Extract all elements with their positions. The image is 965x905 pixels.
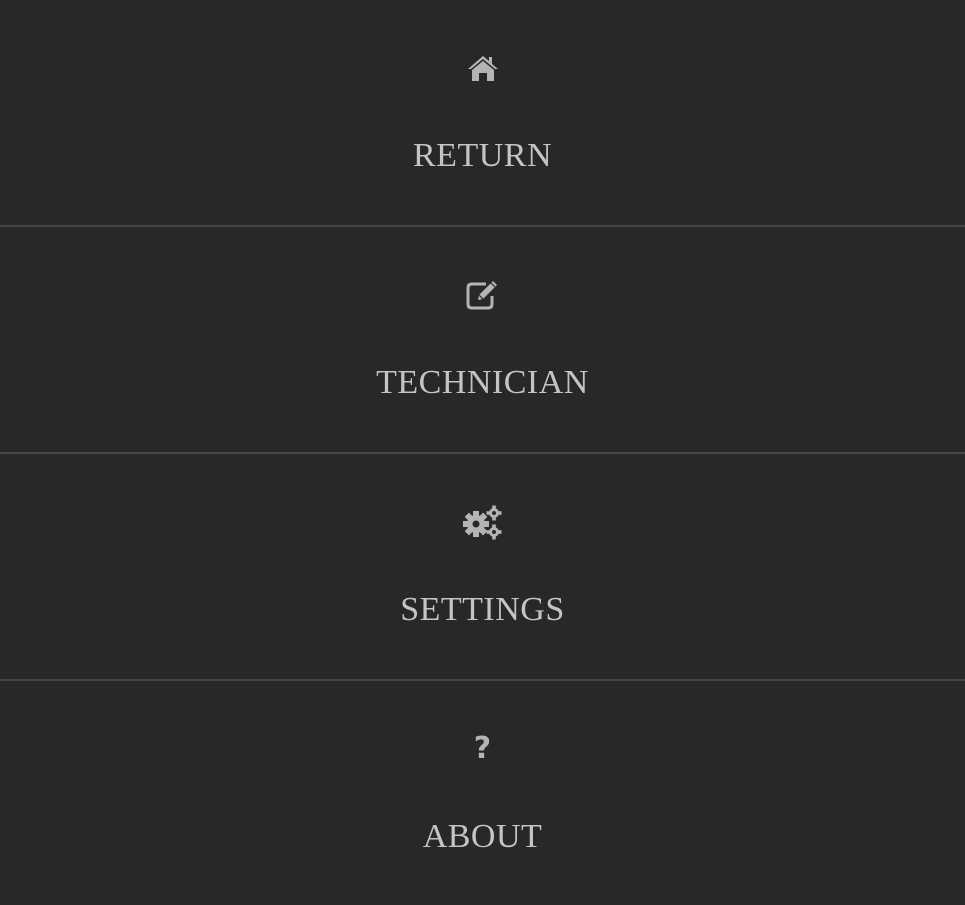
- menu-item-label: ABOUT: [422, 818, 543, 855]
- question-icon: ?: [463, 731, 503, 767]
- menu-item-return[interactable]: RETURN: [0, 0, 965, 227]
- home-icon: [463, 50, 503, 86]
- menu-item-label: RETURN: [413, 137, 552, 174]
- gears-icon: [462, 504, 503, 540]
- question-glyph: ?: [473, 731, 492, 766]
- main-menu: RETURN TECHNICIAN SETTINGS ? ABOUT: [0, 0, 965, 905]
- menu-item-technician[interactable]: TECHNICIAN: [0, 227, 965, 454]
- menu-item-label: TECHNICIAN: [376, 364, 589, 401]
- menu-item-label: SETTINGS: [400, 591, 565, 628]
- menu-item-about[interactable]: ? ABOUT: [0, 681, 965, 905]
- edit-icon: [463, 277, 503, 313]
- menu-item-settings[interactable]: SETTINGS: [0, 454, 965, 681]
